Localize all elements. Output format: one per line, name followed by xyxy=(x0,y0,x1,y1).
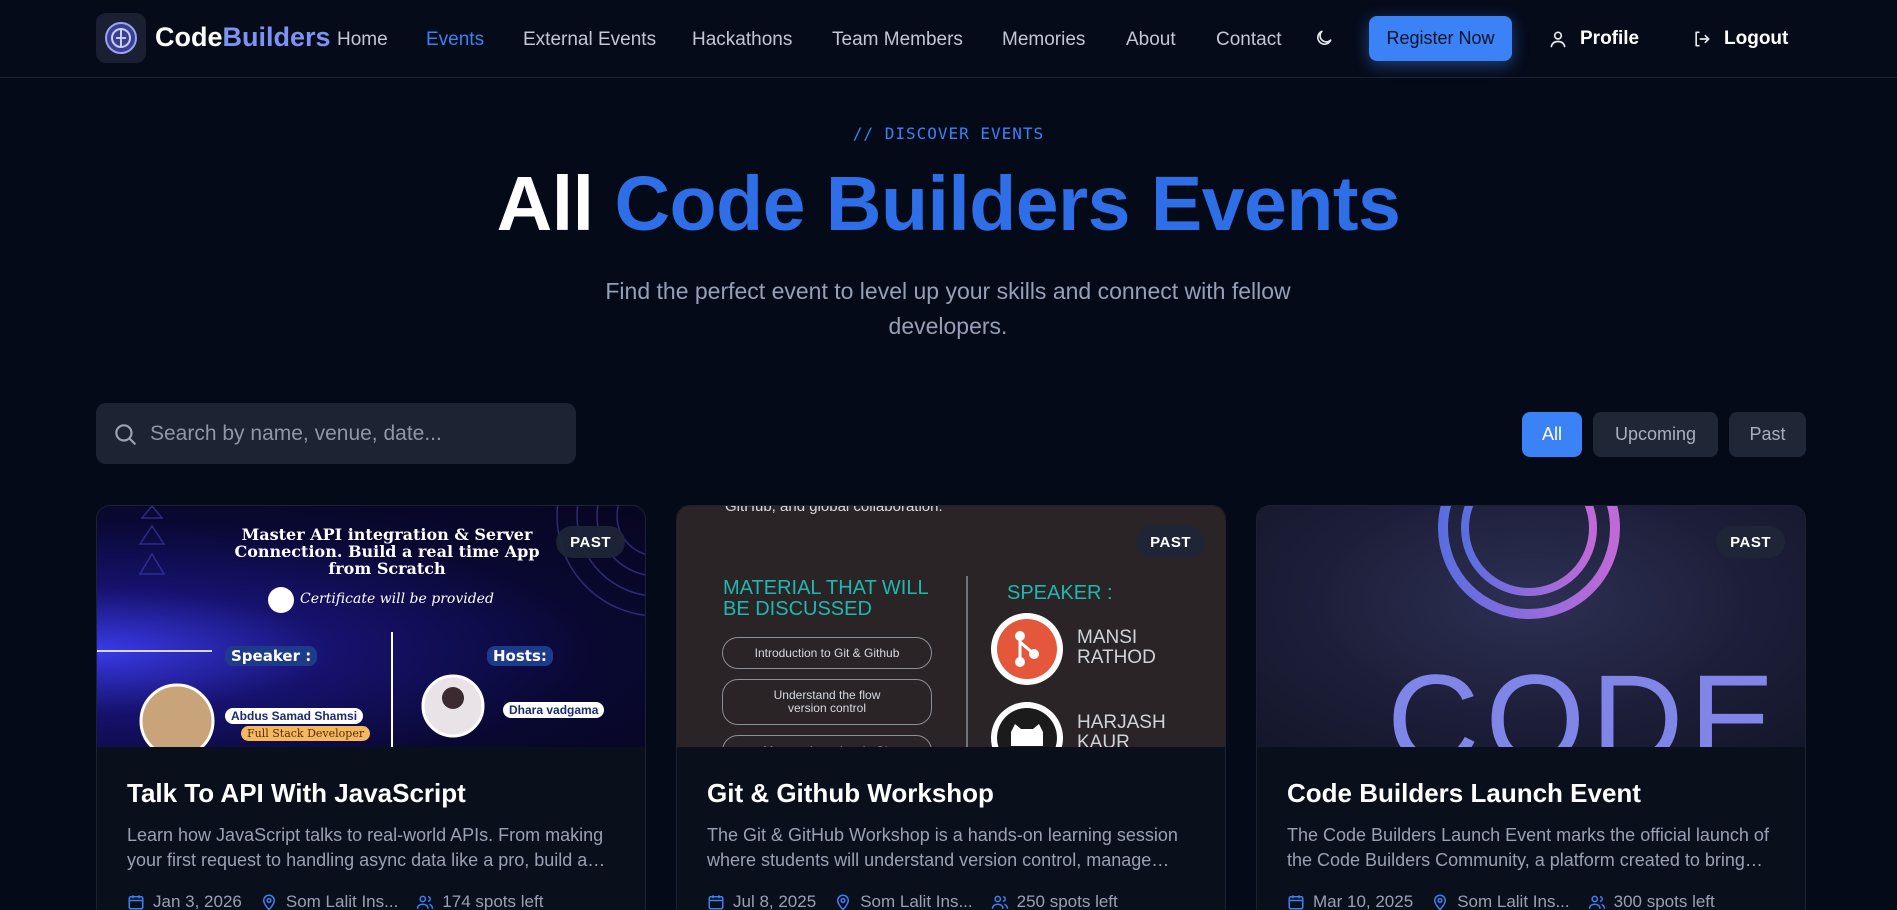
filter-upcoming-button[interactable]: Upcoming xyxy=(1593,412,1718,457)
brand-name-first: Code xyxy=(155,22,223,52)
nav-link-about[interactable]: About xyxy=(1126,29,1176,51)
event-venue: Som Lalit Ins... xyxy=(1431,892,1570,910)
event-date: Jul 8, 2025 xyxy=(707,892,816,910)
users-icon xyxy=(417,895,434,909)
page-title: All Code Builders Events xyxy=(0,160,1897,249)
brand-name-second: Builders xyxy=(222,22,331,52)
profile-link[interactable]: Profile xyxy=(1546,24,1639,54)
poster-material-heading: MATERIAL THAT WILL BE DISCUSSED xyxy=(723,577,928,620)
map-pin-icon xyxy=(837,894,850,910)
poster-certificate-note: Certificate will be provided xyxy=(300,591,494,607)
moon-icon xyxy=(1317,30,1332,45)
event-venue: Som Lalit Ins... xyxy=(260,892,398,910)
event-spots: 174 spots left xyxy=(416,892,543,910)
event-title[interactable]: Talk To API With JavaScript xyxy=(127,778,466,809)
nav-link-memories[interactable]: Memories xyxy=(1002,29,1085,51)
nav-link-contact[interactable]: Contact xyxy=(1216,29,1281,51)
hero-subtitle: Find the perfect event to level up your … xyxy=(605,278,1291,339)
nav-link-team-members[interactable]: Team Members xyxy=(832,29,963,51)
event-spots-text: 250 spots left xyxy=(1016,892,1118,910)
event-meta: Jul 8, 2025 Som Lalit Ins... 250 spots l… xyxy=(707,892,1118,910)
filter-past-button[interactable]: Past xyxy=(1729,412,1806,457)
event-venue-text: Som Lalit Ins... xyxy=(1457,892,1570,910)
event-spots: 300 spots left xyxy=(1588,892,1715,910)
hero-eyebrow: // DISCOVER EVENTS xyxy=(852,124,1045,143)
poster-topic: Introduction to Git & Github xyxy=(722,637,932,669)
brand-name[interactable]: CodeBuilders xyxy=(155,22,331,53)
event-spots-text: 174 spots left xyxy=(442,892,544,910)
event-title[interactable]: Git & Github Workshop xyxy=(707,778,994,809)
top-navbar: CodeBuilders Home Events External Events… xyxy=(0,0,1897,78)
poster-top-text: GitHub, and global collaboration. xyxy=(725,506,943,515)
event-meta: Jan 3, 2026 Som Lalit Ins... 174 spots l… xyxy=(127,892,543,910)
profile-label: Profile xyxy=(1580,28,1640,49)
event-meta: Mar 10, 2025 Som Lalit Ins... 300 spots … xyxy=(1287,892,1715,910)
event-date-text: Mar 10, 2025 xyxy=(1313,892,1414,910)
map-pin-icon xyxy=(1434,894,1447,910)
poster-speaker-name: MANSI RATHOD xyxy=(1077,627,1156,668)
search-input[interactable] xyxy=(150,421,550,446)
search-icon xyxy=(115,423,136,445)
poster-speaker-heading: Speaker : xyxy=(225,646,318,666)
event-card[interactable]: CODE PAST Code Builders Launch Event The… xyxy=(1256,505,1806,910)
event-description: The Git & GitHub Workshop is a hands-on … xyxy=(707,825,1178,870)
event-date-text: Jan 3, 2026 xyxy=(153,892,242,910)
poster-speaker-heading: SPEAKER : xyxy=(1007,582,1113,604)
event-description: The Code Builders Launch Event marks the… xyxy=(1287,825,1769,870)
user-icon xyxy=(1546,27,1570,51)
event-venue: Som Lalit Ins... xyxy=(834,892,973,910)
nav-link-hackathons[interactable]: Hackathons xyxy=(692,29,792,51)
poster-topic: Understand the flow version control xyxy=(722,679,932,725)
poster-topic: Manage branches in Git xyxy=(722,735,932,747)
event-date: Mar 10, 2025 xyxy=(1287,892,1413,910)
logout-label: Logout xyxy=(1724,28,1789,49)
status-badge: PAST xyxy=(1716,526,1785,558)
calendar-icon xyxy=(128,895,144,910)
status-badge: PAST xyxy=(1136,526,1205,558)
event-date-text: Jul 8, 2025 xyxy=(733,892,817,910)
event-spots: 250 spots left xyxy=(991,892,1118,910)
logo-mark-icon xyxy=(105,22,137,54)
theme-toggle-button[interactable] xyxy=(1312,26,1336,50)
poster-word: CODE xyxy=(1387,649,1781,748)
nav-link-external-events[interactable]: External Events xyxy=(523,29,656,51)
calendar-icon xyxy=(1288,895,1304,910)
event-description: Learn how JavaScript talks to real-world… xyxy=(127,825,604,870)
status-badge: PAST xyxy=(556,526,625,558)
event-venue-text: Som Lalit Ins... xyxy=(285,892,399,910)
event-card[interactable]: GitHub, and global collaboration. MATERI… xyxy=(676,505,1226,910)
nav-link-home[interactable]: Home xyxy=(337,29,388,51)
event-title[interactable]: Code Builders Launch Event xyxy=(1287,778,1641,809)
event-card[interactable]: Master API integration & Server Connecti… xyxy=(96,505,646,910)
register-now-button[interactable]: Register Now xyxy=(1369,16,1512,61)
nav-link-events[interactable]: Events xyxy=(426,29,484,51)
map-pin-icon xyxy=(262,894,275,910)
logout-link[interactable]: Logout xyxy=(1690,24,1788,54)
poster-host-name: Dhara vadgama xyxy=(503,702,605,718)
event-venue-text: Som Lalit Ins... xyxy=(860,892,973,910)
page-title-accent: Code Builders Events xyxy=(614,161,1401,247)
search-box xyxy=(96,403,576,464)
event-date: Jan 3, 2026 xyxy=(127,892,242,910)
poster-speaker-name: HARJASH KAUR xyxy=(1077,712,1166,748)
logout-icon xyxy=(1690,27,1714,51)
users-icon xyxy=(1588,895,1605,909)
filter-all-button[interactable]: All xyxy=(1522,412,1582,457)
page-title-plain: All xyxy=(496,161,615,247)
poster-speaker-name: Abdus Samad Shamsi xyxy=(225,708,364,724)
users-icon xyxy=(991,895,1008,909)
poster-speaker-role: Full Stack Developer xyxy=(241,726,371,741)
poster-headline: Master API integration & Server Connecti… xyxy=(234,525,540,578)
brand-logo[interactable] xyxy=(96,13,146,63)
calendar-icon xyxy=(708,895,724,910)
event-spots-text: 300 spots left xyxy=(1613,892,1715,910)
poster-hosts-heading: Hosts: xyxy=(487,646,553,666)
